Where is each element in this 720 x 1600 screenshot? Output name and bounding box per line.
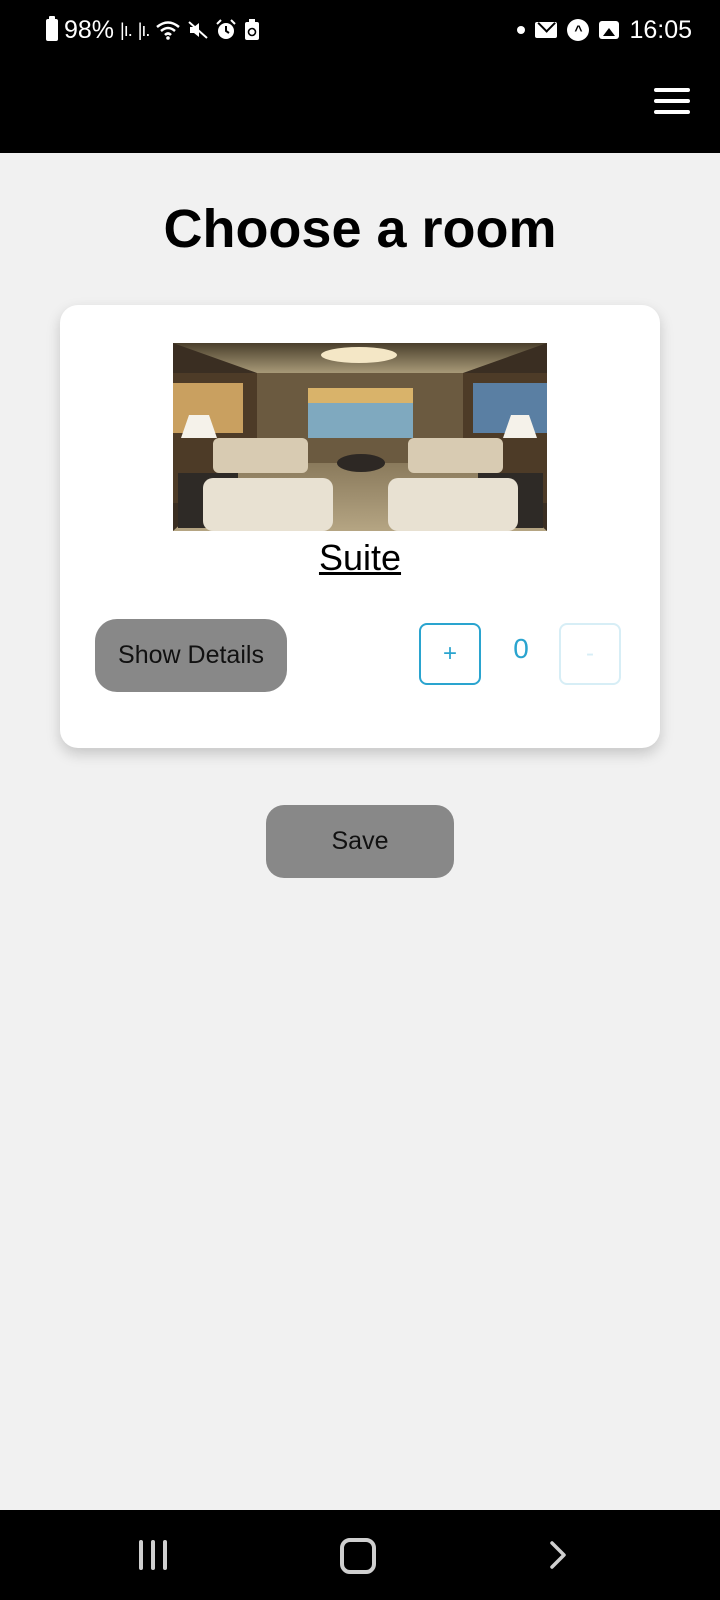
system-nav-bar — [0, 1510, 720, 1600]
room-name-link[interactable]: Suite — [60, 537, 660, 579]
mail-icon — [535, 22, 558, 38]
hamburger-menu-icon[interactable] — [654, 88, 690, 116]
back-icon[interactable] — [548, 1540, 568, 1570]
status-time: 16:05 — [629, 15, 692, 44]
show-details-button[interactable]: Show Details — [95, 619, 287, 692]
recents-icon[interactable] — [139, 1540, 171, 1570]
battery-percent: 98% — [64, 15, 115, 44]
recycle-icon — [245, 19, 260, 40]
status-right: ^ 16:05 — [517, 14, 692, 46]
page-title: Choose a room — [163, 199, 557, 259]
battery-icon — [46, 16, 58, 41]
room-quantity: 0 — [513, 633, 529, 664]
room-photo — [173, 343, 547, 531]
app-header — [0, 60, 720, 153]
app-a-icon: ^ — [567, 19, 590, 41]
mute-icon — [188, 21, 209, 39]
image-icon — [599, 21, 620, 39]
alarm-icon — [216, 19, 237, 39]
room-card: Suite Show Details + 0 - — [60, 305, 660, 748]
home-icon[interactable] — [340, 1538, 376, 1574]
increment-button[interactable]: + — [419, 623, 481, 685]
status-bar: 98% |ı. |ı. ^ 16:05 — [0, 0, 720, 60]
notification-dot-icon — [517, 26, 526, 34]
decrement-button[interactable]: - — [559, 623, 621, 685]
signal-icon: |ı. — [120, 19, 133, 40]
status-left: 98% |ı. |ı. — [46, 14, 261, 46]
signal-icon: |ı. — [137, 19, 151, 40]
wifi-icon — [156, 21, 181, 40]
save-button[interactable]: Save — [266, 805, 454, 878]
